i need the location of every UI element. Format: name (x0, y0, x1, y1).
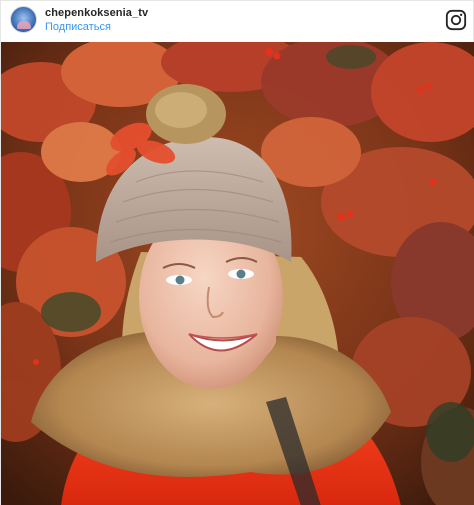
follow-link[interactable]: Подписаться (45, 21, 111, 33)
instagram-icon[interactable] (445, 9, 467, 31)
post-photo[interactable] (1, 42, 474, 505)
instagram-embed: chepenkoksenia_tv Подписаться (0, 0, 474, 505)
profile-avatar[interactable] (10, 6, 37, 33)
post-header: chepenkoksenia_tv Подписаться (1, 1, 474, 42)
selfie-photo (1, 42, 474, 505)
username-link[interactable]: chepenkoksenia_tv (45, 7, 148, 19)
